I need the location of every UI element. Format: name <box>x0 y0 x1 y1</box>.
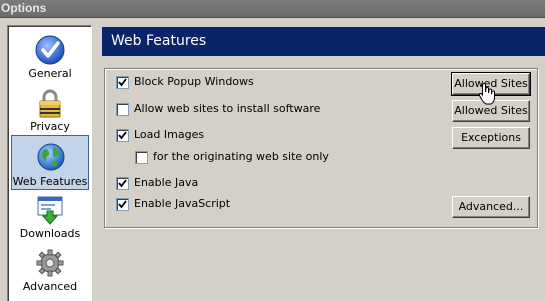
title-bar[interactable]: Options <box>0 0 545 18</box>
panel-title: Web Features <box>111 33 207 49</box>
sidebar-item-downloads[interactable]: Downloads <box>11 190 89 244</box>
sidebar-item-label: Advanced <box>22 280 78 293</box>
sidebar-item-label: General <box>28 67 72 80</box>
download-icon <box>34 194 66 226</box>
sidebar-item-web-features[interactable]: Web Features <box>11 135 89 190</box>
sidebar-item-general[interactable]: General <box>11 30 89 84</box>
gear-icon <box>34 247 66 279</box>
sidebar-item-advanced[interactable]: Advanced <box>11 243 89 297</box>
enable-java-label[interactable]: Enable Java <box>134 176 198 190</box>
allow-install-checkbox[interactable] <box>116 103 129 116</box>
panel-header: Web Features <box>102 27 545 56</box>
lock-icon <box>34 87 66 119</box>
block-popup-label[interactable]: Block Popup Windows <box>134 75 254 89</box>
hand-cursor-icon <box>478 83 496 108</box>
load-images-checkbox[interactable] <box>116 129 129 142</box>
enable-javascript-checkbox[interactable] <box>116 198 129 211</box>
block-popup-checkbox[interactable] <box>116 76 129 89</box>
sidebar-item-privacy[interactable]: Privacy <box>11 83 89 137</box>
originating-site-checkbox[interactable] <box>135 151 148 164</box>
sidebar-item-label: Downloads <box>19 227 81 240</box>
checkmark-icon <box>34 34 66 66</box>
load-images-label[interactable]: Load Images <box>134 128 204 142</box>
enable-javascript-label[interactable]: Enable JavaScript <box>134 197 230 211</box>
enable-java-checkbox[interactable] <box>116 177 129 190</box>
allow-install-label[interactable]: Allow web sites to install software <box>134 102 320 116</box>
advanced-button[interactable]: Advanced... <box>452 196 530 218</box>
window-title: Options <box>1 1 47 15</box>
sidebar-item-label: Web Features <box>12 175 88 188</box>
originating-site-label[interactable]: for the originating web site only <box>153 150 329 164</box>
sidebar-item-label: Privacy <box>30 120 70 133</box>
globe-icon <box>35 141 67 173</box>
exceptions-button[interactable]: Exceptions <box>452 127 530 149</box>
category-sidebar: General Privacy Web Features Downloads A… <box>7 25 92 301</box>
